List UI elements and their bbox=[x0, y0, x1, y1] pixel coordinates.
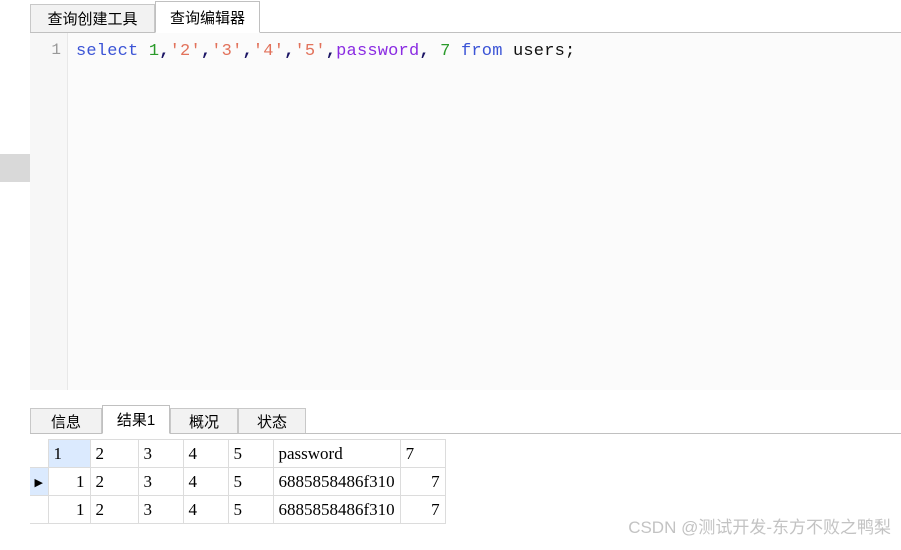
table-row[interactable]: ▶ 1 2 3 4 5 6885858486f310 7 bbox=[30, 467, 446, 496]
row-gutter-cell[interactable] bbox=[30, 495, 49, 524]
sql-token-plain-16 bbox=[451, 42, 461, 61]
row-gutter-header bbox=[30, 439, 49, 468]
sql-token-number-15: 7 bbox=[440, 42, 451, 61]
tab-profile[interactable]: 概况 bbox=[170, 408, 238, 433]
sql-token-string-8: '4' bbox=[252, 42, 285, 61]
sql-token-plain-14 bbox=[430, 42, 440, 61]
row-marker-icon: ▶ bbox=[34, 476, 43, 489]
sql-token-plain-18 bbox=[503, 42, 513, 61]
sql-token-punct-7: , bbox=[242, 42, 253, 61]
table-cell[interactable]: 1 bbox=[47, 495, 91, 524]
tab-query-editor-label: 查询编辑器 bbox=[169, 9, 245, 27]
sql-token-punct-9: , bbox=[284, 42, 295, 61]
table-cell[interactable]: 6885858486f310 bbox=[272, 467, 401, 496]
sql-token-plain-1 bbox=[138, 42, 148, 61]
table-cell[interactable]: 4 bbox=[182, 467, 229, 496]
tab-query-editor[interactable]: 查询编辑器 bbox=[155, 1, 260, 33]
table-cell[interactable]: 2 bbox=[89, 467, 139, 496]
csdn-watermark: CSDN @测试开发-东方不败之鸭梨 bbox=[628, 518, 891, 537]
panel-splitter-handle[interactable] bbox=[0, 154, 30, 182]
tab-result1[interactable]: 结果1 bbox=[102, 405, 170, 434]
tab-query-builder-label: 查询创建工具 bbox=[47, 11, 138, 28]
results-grid[interactable]: 1 2 3 4 5 password 7 ▶ 1 2 3 4 5 6885858486f310 7 1 2 3 4… bbox=[30, 439, 446, 524]
tab-info-label: 信息 bbox=[50, 413, 81, 431]
sql-token-string-10: '5' bbox=[294, 42, 326, 61]
tab-query-builder[interactable]: 查询创建工具 bbox=[30, 4, 155, 32]
tab-info[interactable]: 信息 bbox=[30, 408, 102, 433]
column-header-5[interactable]: 5 bbox=[227, 439, 274, 468]
column-header-password[interactable]: password bbox=[272, 439, 401, 468]
table-cell[interactable]: 1 bbox=[47, 467, 91, 496]
tab-profile-label: 概况 bbox=[188, 413, 219, 431]
table-cell[interactable]: 7 bbox=[399, 467, 446, 496]
table-row[interactable]: 1 2 3 4 5 6885858486f310 7 bbox=[30, 495, 446, 524]
sql-token-punct-5: , bbox=[200, 42, 212, 61]
column-header-1[interactable]: 1 bbox=[47, 439, 91, 468]
sql-token-keyword-17: from bbox=[460, 42, 503, 61]
sql-statement-line: select 1,'2','3','4','5',password, 7 fro… bbox=[76, 41, 901, 62]
sql-token-keyword-0: select bbox=[76, 42, 139, 61]
sql-token-string-6: '3' bbox=[211, 42, 243, 61]
table-cell[interactable]: 5 bbox=[227, 495, 274, 524]
sql-token-punct-13: , bbox=[419, 42, 430, 61]
sql-code-area[interactable]: select 1,'2','3','4','5',password, 7 fro… bbox=[68, 33, 901, 390]
sql-token-identifier-12: password bbox=[336, 42, 420, 61]
sql-token-punct-11: , bbox=[325, 42, 337, 61]
results-grid-body: ▶ 1 2 3 4 5 6885858486f310 7 1 2 3 4 5 6885858486f310… bbox=[30, 467, 446, 524]
tab-result1-label: 结果1 bbox=[116, 412, 156, 429]
line-number: 1 bbox=[51, 41, 61, 59]
table-cell[interactable]: 3 bbox=[137, 467, 184, 496]
column-header-3[interactable]: 3 bbox=[137, 439, 184, 468]
table-cell[interactable]: 7 bbox=[399, 495, 446, 524]
column-header-2[interactable]: 2 bbox=[89, 439, 139, 468]
table-cell[interactable]: 3 bbox=[137, 495, 184, 524]
top-tab-strip: 查询创建工具 查询编辑器 bbox=[0, 0, 901, 33]
sql-editor-panel[interactable]: 1 select 1,'2','3','4','5',password, 7 f… bbox=[30, 32, 901, 390]
sql-token-number-2: 1 bbox=[148, 42, 160, 61]
sql-token-string-4: '2' bbox=[169, 42, 201, 61]
table-cell[interactable]: 2 bbox=[89, 495, 139, 524]
tab-status[interactable]: 状态 bbox=[238, 408, 306, 433]
column-header-7[interactable]: 7 bbox=[399, 439, 446, 468]
sql-token-punct-3: , bbox=[159, 42, 170, 61]
table-cell[interactable]: 4 bbox=[182, 495, 229, 524]
column-header-4[interactable]: 4 bbox=[182, 439, 229, 468]
table-cell[interactable]: 6885858486f310 bbox=[272, 495, 401, 524]
table-header-row: 1 2 3 4 5 password 7 bbox=[30, 439, 446, 468]
editor-line-number-gutter: 1 bbox=[30, 33, 68, 390]
sql-token-plain-19: users; bbox=[513, 42, 576, 61]
result-tab-strip: 信息 结果1 概况 状态 bbox=[30, 405, 901, 434]
current-row-marker-icon[interactable]: ▶ bbox=[30, 467, 49, 496]
table-cell[interactable]: 5 bbox=[227, 467, 274, 496]
left-rail bbox=[0, 32, 30, 390]
results-grid-header: 1 2 3 4 5 password 7 bbox=[30, 439, 446, 468]
tab-status-label: 状态 bbox=[256, 413, 287, 431]
